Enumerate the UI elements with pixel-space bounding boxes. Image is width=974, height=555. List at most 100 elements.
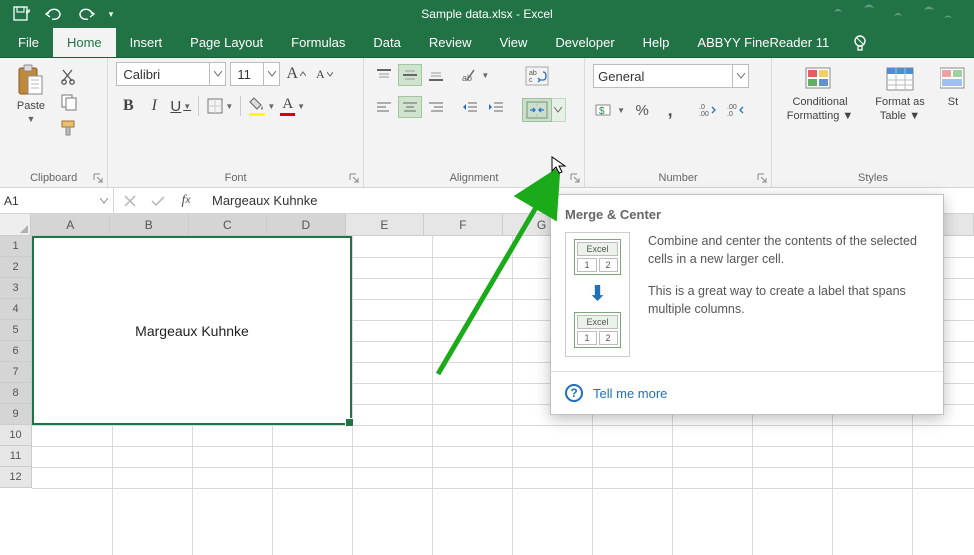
insert-function-button[interactable]: fx (172, 193, 200, 209)
cut-button[interactable] (58, 66, 80, 86)
chevron-down-icon[interactable]: ▼ (225, 102, 232, 111)
tab-developer[interactable]: Developer (541, 28, 628, 57)
chevron-down-icon[interactable] (263, 63, 279, 85)
row-header[interactable]: 4 (0, 299, 32, 320)
row-header[interactable]: 1 (0, 236, 32, 257)
row-header[interactable]: 12 (0, 467, 32, 488)
tab-abbyy[interactable]: ABBYY FineReader 11 (683, 28, 843, 57)
decrease-indent-button[interactable] (458, 96, 482, 118)
borders-button[interactable]: ▼ (205, 94, 234, 118)
alignment-launcher[interactable] (568, 171, 582, 185)
row-header[interactable]: 7 (0, 362, 32, 383)
conditional-formatting-icon (804, 66, 836, 94)
column-header[interactable]: D (267, 214, 346, 235)
tooltip-help-link[interactable]: ? Tell me more (551, 371, 943, 414)
column-header[interactable]: F (424, 214, 503, 235)
column-header[interactable]: B (110, 214, 189, 235)
orientation-button[interactable]: ab▼ (460, 64, 490, 86)
column-header[interactable]: C (189, 214, 268, 235)
chevron-down-icon[interactable] (732, 65, 748, 87)
row-header[interactable]: 3 (0, 278, 32, 299)
decrease-font-button[interactable]: A (312, 62, 336, 86)
clipboard-launcher[interactable] (91, 171, 105, 185)
tab-data[interactable]: Data (359, 28, 414, 57)
merged-cell-a1-d9[interactable]: Margeaux Kuhnke (32, 236, 352, 425)
format-painter-button[interactable] (58, 118, 80, 138)
row-header[interactable]: 9 (0, 404, 32, 425)
group-label-clipboard: Clipboard (8, 170, 99, 187)
chevron-down-icon[interactable]: ▼ (297, 102, 304, 111)
number-format-combo[interactable]: General (593, 64, 749, 88)
increase-indent-button[interactable] (484, 96, 508, 118)
row-header[interactable]: 11 (0, 446, 32, 467)
tab-file[interactable]: File (4, 28, 53, 57)
fill-color-button[interactable]: ▼ (247, 94, 276, 118)
format-as-table-button[interactable]: Format as Table ▼ (866, 66, 934, 122)
redo-button[interactable] (70, 1, 102, 27)
tab-help[interactable]: Help (629, 28, 684, 57)
paste-label: Paste (17, 100, 45, 112)
tab-view[interactable]: View (485, 28, 541, 57)
cancel-formula-button[interactable] (116, 195, 144, 207)
increase-font-button[interactable]: A (284, 62, 308, 86)
tab-page-layout[interactable]: Page Layout (176, 28, 277, 57)
align-bottom-button[interactable] (424, 64, 448, 86)
formula-value: Margeaux Kuhnke (212, 193, 318, 208)
row-header[interactable]: 2 (0, 257, 32, 278)
chevron-down-icon[interactable]: ▼ (481, 71, 488, 80)
accounting-format-button[interactable]: $▼ (593, 98, 626, 122)
svg-text:c: c (529, 77, 533, 84)
name-box[interactable]: A1 (0, 188, 114, 213)
tab-formulas[interactable]: Formulas (277, 28, 359, 57)
svg-text:.0: .0 (727, 111, 733, 117)
cell-styles-button[interactable]: St (940, 66, 966, 108)
row-header[interactable]: 6 (0, 341, 32, 362)
tab-insert[interactable]: Insert (116, 28, 177, 57)
row-header[interactable]: 5 (0, 320, 32, 341)
number-launcher[interactable] (755, 171, 769, 185)
enter-formula-button[interactable] (144, 195, 172, 207)
qat-customize-icon[interactable]: ▾ (102, 1, 120, 27)
decrease-decimal-button[interactable]: .00.0 (724, 98, 748, 122)
chevron-down-icon[interactable]: ▼ (183, 102, 190, 111)
chevron-down-icon[interactable] (95, 188, 113, 213)
font-name-combo[interactable]: Calibri (116, 62, 226, 86)
align-right-button[interactable] (424, 96, 448, 118)
group-label-number: Number (593, 170, 763, 187)
font-name-value: Calibri (123, 67, 160, 82)
copy-button[interactable] (58, 92, 80, 112)
align-middle-button[interactable] (398, 64, 422, 86)
font-launcher[interactable] (347, 171, 361, 185)
bold-button[interactable]: B (116, 94, 140, 118)
italic-button[interactable]: I (142, 94, 166, 118)
increase-decimal-button[interactable]: .0.00 (696, 98, 720, 122)
paste-button[interactable]: Paste ▼ (8, 62, 54, 126)
tab-review[interactable]: Review (415, 28, 486, 57)
chevron-down-icon[interactable] (209, 63, 225, 85)
chevron-down-icon[interactable]: ▼ (617, 106, 624, 115)
save-icon[interactable] (6, 1, 38, 27)
merge-center-button[interactable] (522, 98, 552, 122)
select-all-button[interactable] (0, 214, 31, 235)
align-center-button[interactable] (398, 96, 422, 118)
chevron-down-icon[interactable]: ▼ (267, 102, 274, 111)
align-top-button[interactable] (372, 64, 396, 86)
column-header[interactable]: A (31, 214, 110, 235)
underline-button[interactable]: U▼ (168, 94, 192, 118)
font-size-combo[interactable]: 11 (230, 62, 280, 86)
percent-button[interactable]: % (630, 98, 654, 122)
align-left-button[interactable] (372, 96, 396, 118)
tooltip-text: Combine and center the contents of the s… (648, 232, 929, 357)
row-header[interactable]: 10 (0, 425, 32, 446)
conditional-formatting-button[interactable]: Conditional Formatting ▼ (780, 66, 860, 122)
column-header[interactable]: E (346, 214, 425, 235)
wrap-text-button[interactable]: abc (522, 64, 552, 88)
tab-home[interactable]: Home (53, 28, 116, 57)
row-header[interactable]: 8 (0, 383, 32, 404)
undo-button[interactable] (38, 1, 70, 27)
chevron-down-icon (327, 71, 333, 77)
tell-me-icon[interactable] (849, 28, 871, 57)
merge-center-dropdown[interactable] (552, 98, 566, 122)
comma-button[interactable]: , (658, 98, 682, 122)
font-color-button[interactable]: A▼ (278, 94, 306, 118)
